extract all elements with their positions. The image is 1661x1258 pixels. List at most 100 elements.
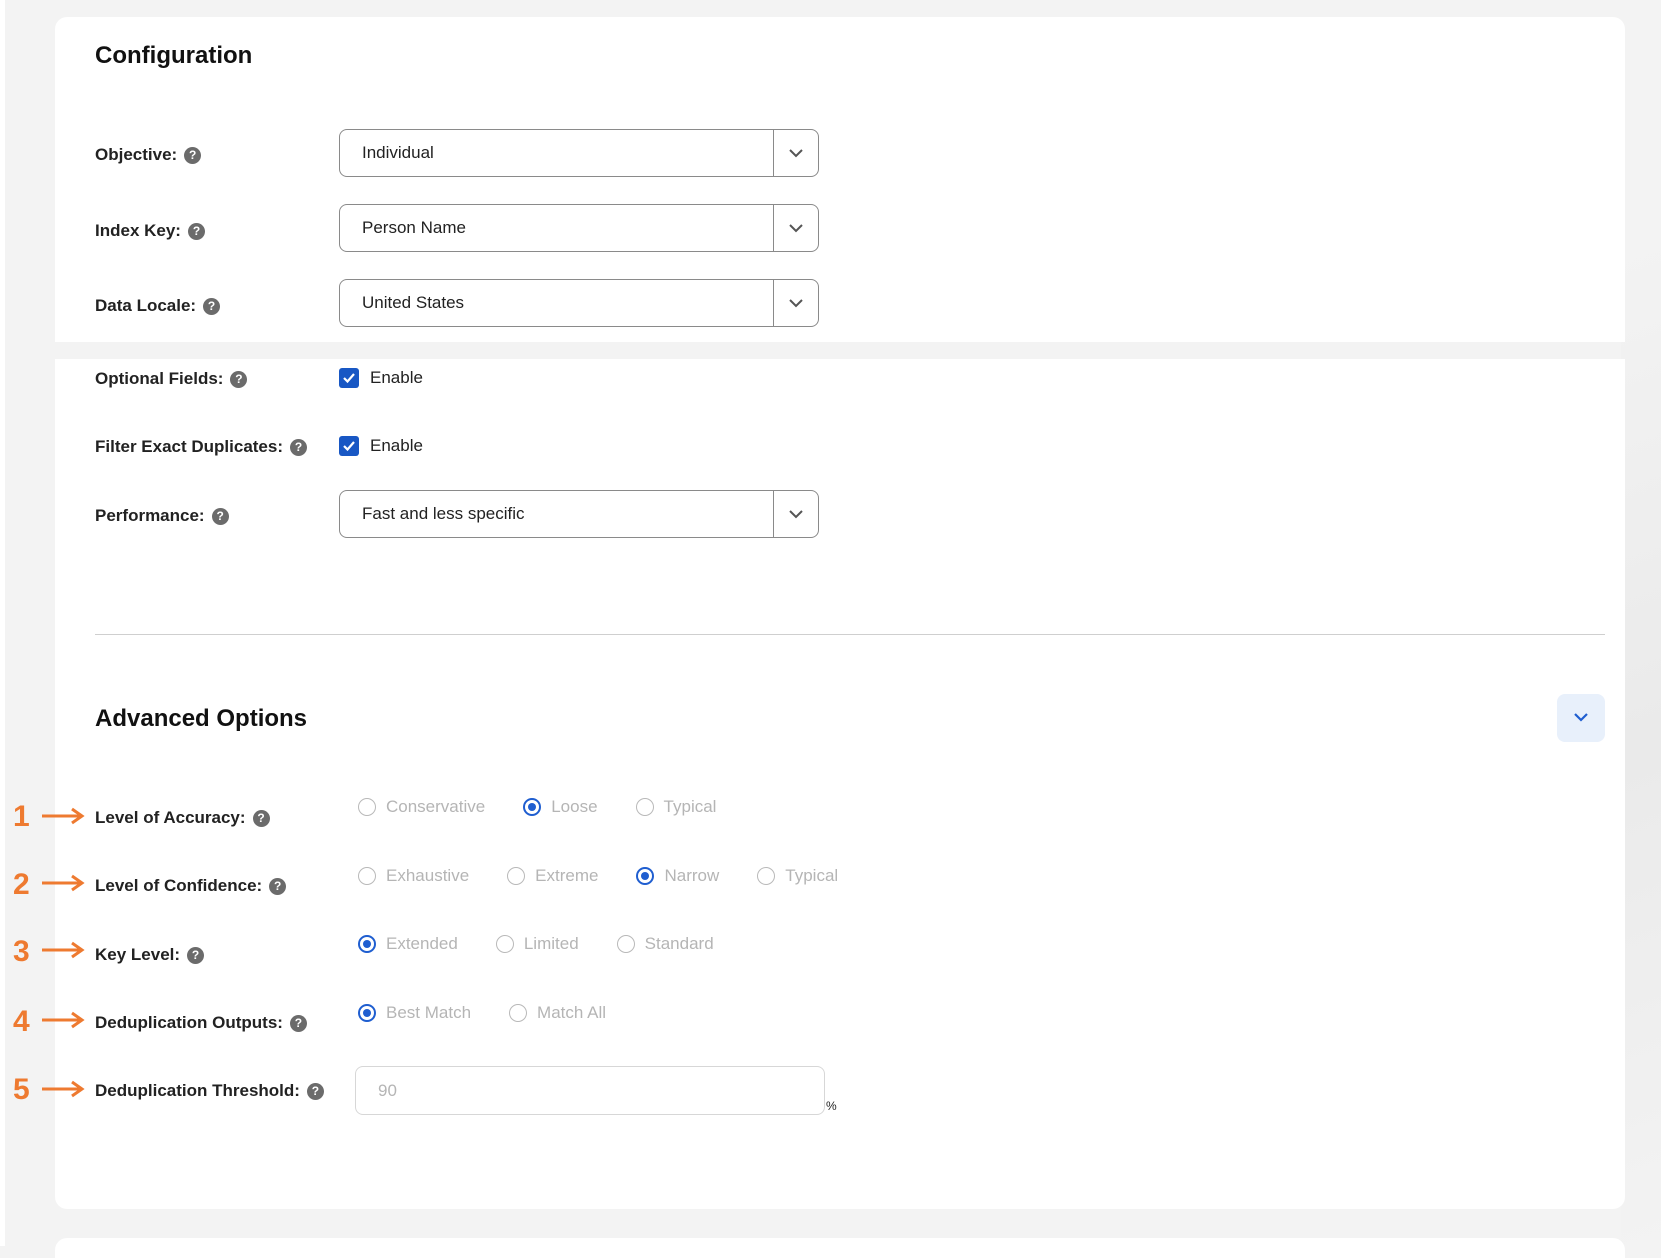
- help-icon[interactable]: ?: [289, 1014, 307, 1032]
- radio-label: Limited: [523, 934, 579, 953]
- radio-option-exhaustive[interactable]: Exhaustive: [358, 866, 469, 886]
- performance-value: Fast and less specific: [362, 504, 525, 523]
- configuration-card-top: [55, 17, 1625, 342]
- level-of-accuracy-radio-group: Conservative Loose Typical: [358, 797, 754, 817]
- arrow-right-icon: [42, 1080, 85, 1098]
- radio-option-narrow[interactable]: Narrow: [636, 866, 719, 886]
- optional-fields-label-text: Optional Fields:: [95, 369, 224, 388]
- data-locale-value: United States: [362, 293, 465, 312]
- radio-button[interactable]: [507, 867, 526, 885]
- optional-fields-label: Optional Fields: ?: [95, 369, 248, 389]
- radio-label: Standard: [644, 934, 714, 953]
- help-icon[interactable]: ?: [187, 946, 205, 964]
- arrow-right-icon: [42, 874, 85, 892]
- configuration-title: Configuration: [95, 42, 253, 69]
- radio-option-limited[interactable]: Limited: [495, 934, 579, 954]
- performance-label: Performance: ?: [95, 506, 229, 526]
- help-icon[interactable]: ?: [269, 877, 287, 895]
- section-divider: [95, 634, 1605, 635]
- key-level-label-text: Key Level:: [95, 945, 181, 964]
- radio-option-match-all[interactable]: Match All: [509, 1003, 606, 1023]
- data-locale-label: Data Locale: ?: [95, 296, 221, 316]
- index-key-label-text: Index Key:: [95, 221, 181, 240]
- radio-option-conservative[interactable]: Conservative: [358, 797, 485, 817]
- help-icon[interactable]: ?: [184, 146, 202, 164]
- filter-exact-duplicates-label: Filter Exact Duplicates: ?: [95, 437, 308, 457]
- next-card: [55, 1238, 1625, 1258]
- radio-option-typical[interactable]: Typical: [757, 866, 838, 886]
- chevron-down-icon[interactable]: [774, 205, 818, 251]
- data-locale-label-text: Data Locale:: [95, 296, 197, 315]
- radio-button[interactable]: [358, 935, 376, 953]
- objective-select[interactable]: Individual: [339, 129, 819, 177]
- objective-value: Individual: [362, 143, 434, 162]
- radio-button[interactable]: [757, 867, 776, 885]
- optional-fields-checkbox[interactable]: Enable: [339, 368, 423, 388]
- radio-option-extended[interactable]: Extended: [358, 934, 458, 954]
- help-icon[interactable]: ?: [203, 297, 221, 315]
- radio-option-typical[interactable]: Typical: [635, 797, 717, 817]
- index-key-value: Person Name: [362, 218, 466, 237]
- radio-button[interactable]: [509, 1004, 528, 1022]
- radio-button[interactable]: [495, 935, 514, 953]
- deduplication-threshold-input[interactable]: [376, 1080, 800, 1102]
- radio-label: Conservative: [386, 797, 486, 816]
- deduplication-threshold-label-text: Deduplication Threshold:: [95, 1081, 300, 1100]
- radio-label: Match All: [537, 1003, 607, 1022]
- advanced-options-toggle-button[interactable]: [1557, 694, 1605, 742]
- help-icon[interactable]: ?: [252, 809, 270, 827]
- arrow-right-icon: [42, 941, 85, 959]
- chevron-down-icon[interactable]: [774, 280, 818, 326]
- radio-button[interactable]: [523, 798, 542, 816]
- level-of-confidence-label-text: Level of Confidence:: [95, 876, 263, 895]
- radio-label: Typical: [785, 866, 839, 885]
- key-level-label: Key Level: ?: [95, 945, 205, 965]
- level-of-accuracy-label: Level of Accuracy: ?: [95, 808, 270, 828]
- radio-option-standard[interactable]: Standard: [616, 934, 714, 954]
- radio-label: Extended: [386, 934, 458, 953]
- annotation-number: 5: [13, 1073, 30, 1106]
- help-icon[interactable]: ?: [230, 370, 248, 388]
- deduplication-outputs-radio-group: Best Match Match All: [358, 1003, 644, 1023]
- radio-button[interactable]: [358, 1004, 376, 1022]
- percent-unit: %: [826, 1099, 837, 1113]
- background-strip: [0, 0, 5, 1246]
- help-icon[interactable]: ?: [306, 1082, 324, 1100]
- radio-label: Typical: [663, 797, 717, 816]
- annotation-number: 1: [13, 800, 30, 833]
- checkmark-icon[interactable]: [339, 436, 359, 456]
- radio-option-best-match[interactable]: Best Match: [358, 1003, 471, 1023]
- level-of-confidence-label: Level of Confidence: ?: [95, 876, 287, 896]
- chevron-down-icon[interactable]: [774, 491, 818, 537]
- help-icon[interactable]: ?: [211, 507, 229, 525]
- radio-button[interactable]: [616, 935, 635, 953]
- radio-button[interactable]: [635, 798, 654, 816]
- filter-exact-duplicates-label-text: Filter Exact Duplicates:: [95, 437, 284, 456]
- performance-select[interactable]: Fast and less specific: [339, 490, 819, 538]
- deduplication-outputs-label: Deduplication Outputs: ?: [95, 1013, 307, 1033]
- index-key-label: Index Key: ?: [95, 221, 205, 241]
- annotation-number: 2: [13, 868, 30, 901]
- optional-fields-enable-label: Enable: [370, 368, 423, 387]
- chevron-down-icon[interactable]: [774, 130, 818, 176]
- help-icon[interactable]: ?: [290, 438, 308, 456]
- level-of-confidence-radio-group: Exhaustive Extreme Narrow Typical: [358, 866, 876, 886]
- radio-label: Best Match: [386, 1003, 472, 1022]
- chevron-down-icon: [1573, 709, 1589, 727]
- index-key-select[interactable]: Person Name: [339, 204, 819, 252]
- deduplication-threshold-label: Deduplication Threshold: ?: [95, 1081, 324, 1101]
- advanced-options-title: Advanced Options: [95, 705, 308, 732]
- objective-label-text: Objective:: [95, 145, 178, 164]
- performance-label-text: Performance:: [95, 506, 205, 525]
- data-locale-select[interactable]: United States: [339, 279, 819, 327]
- help-icon[interactable]: ?: [187, 222, 205, 240]
- radio-option-extreme[interactable]: Extreme: [507, 866, 598, 886]
- radio-button[interactable]: [358, 798, 376, 816]
- level-of-accuracy-label-text: Level of Accuracy:: [95, 808, 246, 827]
- checkmark-icon[interactable]: [339, 368, 359, 388]
- radio-option-loose[interactable]: Loose: [523, 797, 598, 817]
- radio-button[interactable]: [358, 867, 376, 885]
- deduplication-threshold-field[interactable]: [355, 1066, 825, 1115]
- radio-button[interactable]: [636, 867, 655, 885]
- filter-exact-duplicates-checkbox[interactable]: Enable: [339, 436, 423, 456]
